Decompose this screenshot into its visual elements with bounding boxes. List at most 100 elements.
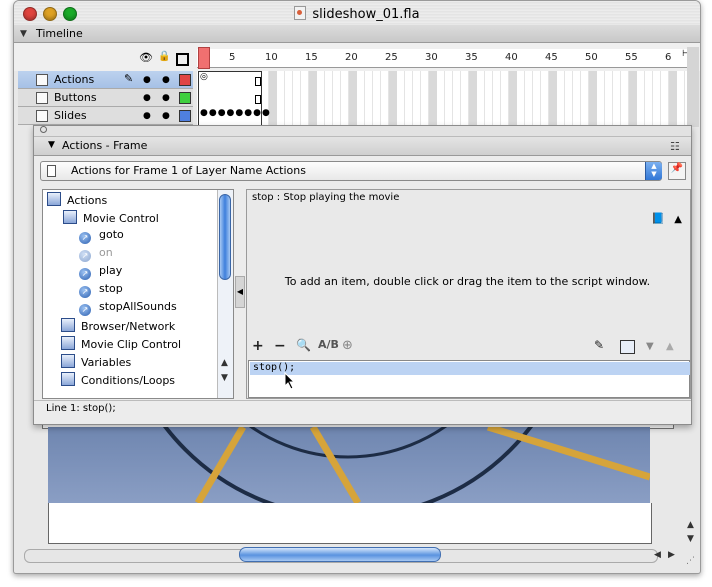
scroll-up-icon[interactable]: ▲ xyxy=(687,520,694,530)
pane-splitter[interactable]: ◀ xyxy=(235,276,245,308)
panel-title: Actions - Frame xyxy=(62,139,148,152)
toolbox-item[interactable]: ↗ on xyxy=(79,246,113,264)
stage-bottom xyxy=(48,503,652,544)
reference-icons: 📘 ▲ xyxy=(651,212,682,225)
visibility-dot[interactable]: ● xyxy=(143,111,151,121)
view-options-icon[interactable] xyxy=(620,340,635,354)
layer-row-actions[interactable]: Actions ✎ ● ● xyxy=(18,71,193,89)
disclosure-triangle-icon[interactable]: ▼ xyxy=(20,29,27,39)
action-icon: ↗ xyxy=(79,232,91,244)
action-icon: ↗ xyxy=(79,268,91,280)
layer-icon xyxy=(36,110,48,122)
toolbox-label: goto xyxy=(99,228,124,241)
debug-options-icon[interactable]: ✎ xyxy=(594,338,604,352)
toolbox-item[interactable]: ↗ stopAllSounds xyxy=(79,300,177,318)
action-icon: ↗ xyxy=(79,286,91,298)
toolbox-label: stopAllSounds xyxy=(99,300,177,313)
layer-name: Actions xyxy=(54,73,95,86)
frame-number: 55 xyxy=(625,52,638,63)
code-line[interactable]: stop(); xyxy=(250,362,690,375)
toolbox-label: on xyxy=(99,246,113,259)
keyframe-span[interactable]: ◎ ●●●●●●●● xyxy=(198,71,270,127)
move-up-icon[interactable]: ▲ xyxy=(666,341,674,352)
layer-row-slides[interactable]: Slides ● ● xyxy=(18,107,193,125)
lock-dot[interactable]: ● xyxy=(162,111,170,121)
layer-color-swatch[interactable] xyxy=(179,110,191,122)
toolbox-item[interactable]: Variables xyxy=(61,354,131,372)
script-toolbar: + − 🔍 A/B ⊕ ✎ ▼ ▲ xyxy=(246,335,689,357)
visibility-dot[interactable]: ● xyxy=(143,75,151,85)
toolbox-item[interactable]: ↗ goto xyxy=(79,228,124,246)
panel-close-icon[interactable] xyxy=(40,126,47,133)
stage-photo[interactable] xyxy=(48,427,650,503)
toolbox-item[interactable]: Browser/Network xyxy=(61,318,175,336)
layer-icon xyxy=(36,74,48,86)
actions-panel: ▼ Actions - Frame ☷ Actions for Frame 1 … xyxy=(33,125,692,425)
outline-square-icon[interactable] xyxy=(176,53,189,66)
timeline-title: Timeline xyxy=(36,27,83,40)
target-path-icon[interactable]: ⊕ xyxy=(342,338,353,353)
layer-name: Buttons xyxy=(54,91,97,104)
select-arrows-icon[interactable]: ▲ ▼ xyxy=(645,162,662,180)
frame-selector[interactable]: Actions for Frame 1 of Layer Name Action… xyxy=(40,161,662,181)
timeline-scrollbar[interactable] xyxy=(687,47,699,127)
horizontal-scroll-thumb[interactable] xyxy=(239,547,441,562)
book-icon xyxy=(47,192,61,206)
end-frame-marker xyxy=(255,77,261,86)
pin-script-button[interactable]: 📌 xyxy=(668,162,686,180)
scroll-down-icon[interactable]: ▼ xyxy=(687,534,694,544)
panel-drag-strip[interactable] xyxy=(34,126,691,137)
scroll-right-icon[interactable]: ▶ xyxy=(668,550,675,560)
lock-icon[interactable]: 🔒 xyxy=(158,51,170,62)
layer-list: Actions ✎ ● ● Buttons ● ● Slides ● ● xyxy=(18,71,193,125)
toolbox-label: Browser/Network xyxy=(81,320,176,333)
toolbox-label: Actions xyxy=(67,194,108,207)
toolbox-item[interactable]: Movie Clip Control xyxy=(61,336,181,354)
frame-ruler[interactable]: 1 5 10 15 20 25 30 35 40 45 50 55 6 xyxy=(197,49,687,68)
fla-file-icon xyxy=(294,6,307,20)
toolbox-item[interactable]: ↗ play xyxy=(79,264,122,282)
lock-dot[interactable]: ● xyxy=(162,75,170,85)
visibility-dot[interactable]: ● xyxy=(143,93,151,103)
replace-icon[interactable]: A/B xyxy=(318,338,339,351)
title-bar[interactable]: slideshow_01.fla xyxy=(14,1,700,26)
disclosure-triangle-icon[interactable]: ▼ xyxy=(48,140,55,150)
layer-name: Slides xyxy=(54,109,87,122)
toolbox-item[interactable]: Conditions/Loops xyxy=(61,372,175,390)
frame-number: 15 xyxy=(305,52,318,63)
action-icon: ↗ xyxy=(79,304,91,316)
lock-dot[interactable]: ● xyxy=(162,93,170,103)
scroll-left-icon[interactable]: ◀ xyxy=(654,550,661,560)
book-icon xyxy=(63,210,77,224)
timeline-header[interactable]: ▼ Timeline xyxy=(14,25,700,43)
frame-number: 45 xyxy=(545,52,558,63)
eye-icon[interactable]: 👁 xyxy=(139,51,153,64)
toolbox-item[interactable]: ↗ stop xyxy=(79,282,123,300)
panel-options-menu-icon[interactable]: ☷ xyxy=(670,140,680,153)
layer-color-swatch[interactable] xyxy=(179,92,191,104)
layer-color-swatch[interactable] xyxy=(179,74,191,86)
toolbox-item[interactable]: Actions xyxy=(47,192,107,210)
collapse-triangle-icon[interactable]: ▲ xyxy=(674,214,682,225)
toolbox-item[interactable]: Movie Control xyxy=(63,210,159,228)
frame-number: 25 xyxy=(385,52,398,63)
keyframe-marker: ◎ xyxy=(200,72,208,82)
toolbox-label: Conditions/Loops xyxy=(81,374,176,387)
layer-row-buttons[interactable]: Buttons ● ● xyxy=(18,89,193,107)
window-title: slideshow_01.fla xyxy=(14,6,700,22)
frame-number: 30 xyxy=(425,52,438,63)
frame-number: 5 xyxy=(229,52,236,63)
toolbox-scroll-thumb[interactable] xyxy=(219,194,231,280)
resize-grip-icon[interactable]: ⋰ xyxy=(686,556,695,566)
frame-number: 50 xyxy=(585,52,598,63)
remove-statement-button[interactable]: − xyxy=(274,338,286,354)
add-statement-button[interactable]: + xyxy=(252,338,264,354)
reference-book-icon[interactable]: 📘 xyxy=(651,212,665,225)
window-title-text: slideshow_01.fla xyxy=(312,7,420,22)
move-down-icon[interactable]: ▼ xyxy=(646,341,654,352)
playhead[interactable] xyxy=(198,47,210,69)
find-icon[interactable]: 🔍 xyxy=(296,338,311,352)
scroll-down-icon[interactable]: ▼ xyxy=(221,373,228,383)
scroll-up-icon[interactable]: ▲ xyxy=(221,358,228,368)
script-window[interactable]: stop(); xyxy=(248,360,690,398)
